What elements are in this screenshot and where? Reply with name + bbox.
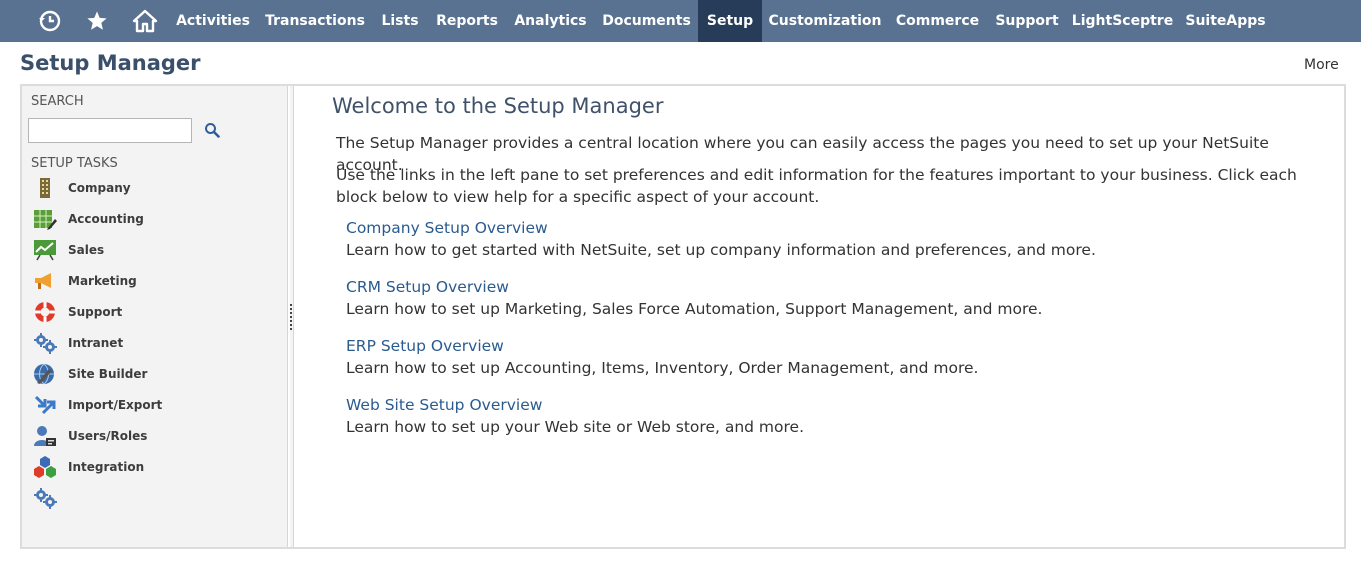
crm-setup-overview-link[interactable]: CRM Setup Overview <box>346 278 509 296</box>
task-integration[interactable]: Integration <box>32 454 144 480</box>
overview-description: Learn how to set up Accounting, Items, I… <box>346 359 979 377</box>
intro-text: Use the links in the left pane to set pr… <box>336 166 1297 206</box>
task-label: Marketing <box>68 274 137 288</box>
nav-lightsceptre[interactable]: LightSceptre <box>1067 0 1178 42</box>
import-export-arrows-icon <box>32 392 58 418</box>
task-site-builder[interactable]: Site Builder <box>32 361 147 387</box>
task-label: Company <box>68 181 131 195</box>
task-label: Integration <box>68 460 145 474</box>
task-intranet[interactable]: Intranet <box>32 330 123 356</box>
sales-chart-icon <box>32 237 58 263</box>
welcome-heading: Welcome to the Setup Manager <box>332 94 664 118</box>
recent-history-icon[interactable] <box>36 0 64 42</box>
task-support[interactable]: Support <box>32 299 122 325</box>
nav-support[interactable]: Support <box>987 0 1067 42</box>
company-setup-overview-link[interactable]: Company Setup Overview <box>346 219 548 237</box>
nav-customization[interactable]: Customization <box>762 0 888 42</box>
users-roles-icon <box>32 423 58 449</box>
task-company[interactable]: Company <box>32 175 131 201</box>
task-label: Support <box>68 305 123 319</box>
nav-lists[interactable]: Lists <box>372 0 428 42</box>
overview-description: Learn how to set up Marketing, Sales For… <box>346 300 1043 318</box>
gears-icon <box>32 485 58 511</box>
nav-analytics[interactable]: Analytics <box>506 0 595 42</box>
building-icon <box>32 175 58 201</box>
task-label: Users/Roles <box>68 429 148 443</box>
nav-setup[interactable]: Setup <box>698 0 762 42</box>
search-input[interactable] <box>28 118 192 143</box>
web-site-setup-overview-link[interactable]: Web Site Setup Overview <box>346 396 542 414</box>
search-label: SEARCH <box>31 94 84 109</box>
task-import-export[interactable]: Import/Export <box>32 392 162 418</box>
task-additional-settings[interactable] <box>32 485 68 511</box>
setup-manager-panel: SEARCH SETUP TASKS Company Accounting Sa… <box>20 84 1346 549</box>
overview-description: Learn how to set up your Web site or Web… <box>346 418 804 436</box>
nav-documents[interactable]: Documents <box>595 0 698 42</box>
task-accounting[interactable]: Accounting <box>32 206 144 232</box>
page-title: Setup Manager <box>20 51 201 75</box>
home-icon[interactable] <box>130 0 160 42</box>
ledger-icon <box>32 206 58 232</box>
erp-setup-overview-link[interactable]: ERP Setup Overview <box>346 337 504 355</box>
overview-description: Learn how to get started with NetSuite, … <box>346 241 1096 259</box>
more-button[interactable]: More <box>1304 57 1339 73</box>
lifebuoy-icon <box>32 299 58 325</box>
nav-reports[interactable]: Reports <box>428 0 506 42</box>
top-navigation-bar: Activities Transactions Lists Reports An… <box>0 0 1361 42</box>
left-pane: SEARCH SETUP TASKS Company Accounting Sa… <box>22 86 288 547</box>
task-users-roles[interactable]: Users/Roles <box>32 423 147 449</box>
task-label: Import/Export <box>68 398 163 412</box>
task-label: Accounting <box>68 212 144 226</box>
nav-activities[interactable]: Activities <box>168 0 258 42</box>
star-icon[interactable] <box>84 0 110 42</box>
task-sales[interactable]: Sales <box>32 237 104 263</box>
setup-tasks-label: SETUP TASKS <box>31 156 118 171</box>
megaphone-icon <box>32 268 58 294</box>
nav-transactions[interactable]: Transactions <box>258 0 372 42</box>
search-icon[interactable] <box>202 120 222 140</box>
task-label: Site Builder <box>68 367 148 381</box>
splitter-grip-icon[interactable] <box>290 304 292 330</box>
nav-suiteapps[interactable]: SuiteApps <box>1178 0 1273 42</box>
task-label: Sales <box>68 243 105 257</box>
task-label: Intranet <box>68 336 124 350</box>
globe-tools-icon <box>32 361 58 387</box>
gears-icon <box>32 330 58 356</box>
integration-cubes-icon <box>32 454 58 480</box>
task-marketing[interactable]: Marketing <box>32 268 137 294</box>
nav-commerce[interactable]: Commerce <box>888 0 987 42</box>
